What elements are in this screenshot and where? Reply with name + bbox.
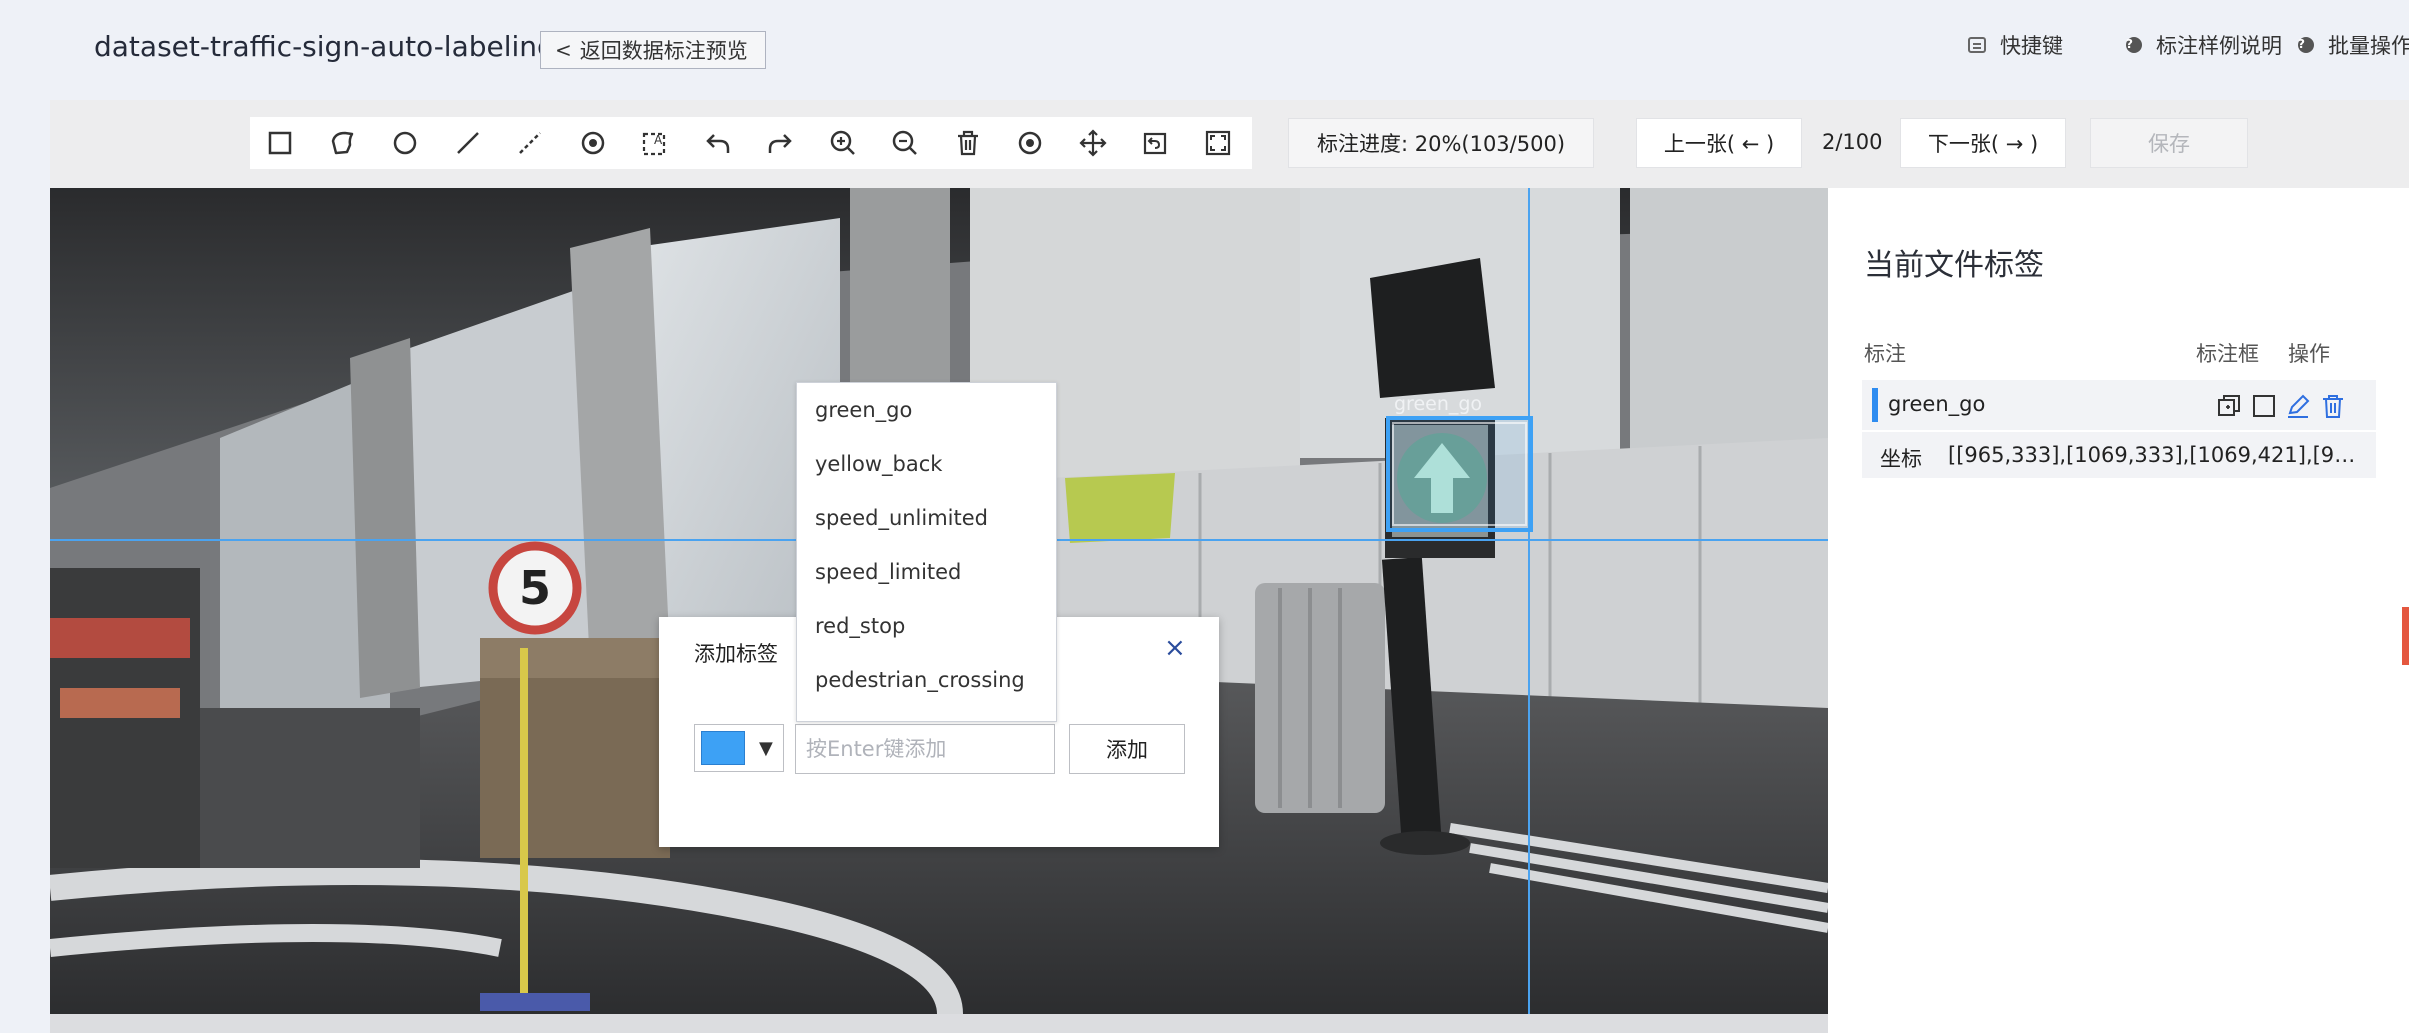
fullscreen-icon: [1205, 130, 1230, 156]
header: dataset-traffic-sign-auto-labeling < 返回数…: [0, 0, 2409, 100]
save-button[interactable]: 保存: [2090, 118, 2248, 168]
chevron-down-icon: ▼: [759, 738, 773, 759]
side-handle[interactable]: [2402, 607, 2409, 665]
annotation-toolbar: A 标注进度: 20%(103/500) 上一张( ← ) 2/100 下一张(…: [50, 100, 2409, 188]
move-icon: [1078, 129, 1107, 157]
undo-icon: [705, 134, 729, 153]
label-panel: 当前文件标签 标注 标注框 操作 green_go 坐标 [[965,333],…: [1828, 188, 2409, 1033]
eye-icon: [1018, 131, 1042, 155]
zoom-out-button[interactable]: [877, 118, 933, 168]
label-color-bar: [1872, 388, 1878, 422]
label-suggestions-dropdown: green_go yellow_back speed_unlimited spe…: [796, 382, 1057, 722]
batch-label: 批量操作: [2328, 34, 2409, 58]
batch-operations-link[interactable]: ? 批量操作: [2298, 30, 2409, 60]
dashed-line-tool-icon: [519, 132, 541, 154]
point-tool-icon: [581, 131, 604, 155]
shortcuts-link[interactable]: 快捷键: [1968, 30, 2063, 60]
help-icon: ?: [2126, 37, 2142, 53]
move-button[interactable]: [1065, 118, 1121, 168]
box-label: green_go: [1394, 393, 1483, 415]
coordinates-value: [[965,333],[1069,333],[1069,421],[965,42…: [1948, 443, 2362, 467]
previous-image-button[interactable]: 上一张( ← ): [1636, 118, 1802, 168]
column-actions: 操作: [2288, 342, 2330, 366]
svg-text:5: 5: [519, 561, 551, 615]
suggestion-item[interactable]: pedestrian_crossing: [797, 653, 1056, 707]
box-visibility-icon[interactable]: [2251, 393, 2277, 419]
label-row[interactable]: green_go: [1862, 380, 2376, 430]
line-tool-button[interactable]: [440, 118, 496, 168]
dashed-line-tool-button[interactable]: [502, 118, 558, 168]
delete-label-icon[interactable]: [2320, 393, 2346, 419]
visibility-button[interactable]: [1002, 118, 1058, 168]
annotation-progress: 标注进度: 20%(103/500): [1288, 118, 1594, 168]
rectangle-tool-button[interactable]: [252, 118, 308, 168]
line-tool-icon: [456, 132, 479, 154]
examples-label: 标注样例说明: [2156, 34, 2282, 58]
reset-icon: [1143, 132, 1167, 155]
undo-button[interactable]: [690, 118, 746, 168]
label-name: green_go: [1888, 392, 1986, 416]
coordinates-key: 坐标: [1880, 447, 1922, 471]
add-label-button[interactable]: 添加: [1069, 724, 1185, 774]
svg-text:A: A: [654, 133, 663, 147]
zoom-in-icon: [830, 130, 855, 155]
coordinates-row: 坐标 [[965,333],[1069,333],[1069,421],[965…: [1862, 432, 2376, 478]
dialog-title: 添加标签: [694, 642, 778, 666]
color-picker[interactable]: ▼: [694, 724, 784, 772]
suggestion-item[interactable]: red_stop: [797, 599, 1056, 653]
delete-icon: [957, 130, 978, 156]
label-name-input[interactable]: [795, 724, 1055, 774]
column-label: 标注: [1864, 342, 1906, 366]
page-title: dataset-traffic-sign-auto-labeling: [94, 30, 555, 63]
reset-button[interactable]: [1127, 118, 1183, 168]
suggestion-item[interactable]: speed_unlimited: [797, 491, 1056, 545]
close-icon[interactable]: ×: [1164, 635, 1186, 661]
rectangle-tool-icon: [268, 131, 292, 155]
redo-icon: [768, 134, 792, 153]
point-tool-button[interactable]: [565, 118, 621, 168]
copy-box-icon[interactable]: [2216, 393, 2242, 419]
canvas-scrollbar[interactable]: [50, 1014, 1828, 1033]
zoom-in-button[interactable]: [815, 118, 871, 168]
zoom-out-icon: [892, 130, 917, 155]
suggestion-item[interactable]: speed_limited: [797, 545, 1056, 599]
polygon-tool-icon: [331, 131, 353, 155]
tool-group: A: [250, 117, 1252, 169]
column-box: 标注框: [2196, 342, 2259, 366]
circle-tool-button[interactable]: [377, 118, 433, 168]
suggestion-item[interactable]: yellow_back: [797, 437, 1056, 491]
back-button-label: 返回数据标注预览: [579, 39, 748, 63]
keyboard-icon: [1968, 37, 1986, 53]
back-to-preview-button[interactable]: < 返回数据标注预览: [540, 31, 766, 69]
panel-title: 当前文件标签: [1864, 248, 2044, 283]
page-counter: 2/100: [1822, 130, 1883, 154]
chevron-left-icon: <: [555, 38, 572, 62]
edit-icon[interactable]: [2285, 393, 2311, 419]
redo-button[interactable]: [752, 118, 808, 168]
circle-tool-icon: [393, 131, 417, 155]
text-box-tool-button[interactable]: A: [627, 118, 683, 168]
fullscreen-button[interactable]: [1190, 118, 1246, 168]
examples-link[interactable]: ? 标注样例说明: [2126, 30, 2282, 60]
next-image-button[interactable]: 下一张( → ): [1900, 118, 2066, 168]
suggestion-item[interactable]: green_go: [797, 383, 1056, 437]
delete-button[interactable]: [940, 118, 996, 168]
help-icon: ?: [2298, 37, 2314, 53]
polygon-tool-button[interactable]: [315, 118, 371, 168]
color-swatch: [701, 731, 745, 765]
shortcuts-label: 快捷键: [2000, 34, 2063, 58]
text-box-tool-icon: A: [642, 132, 666, 156]
